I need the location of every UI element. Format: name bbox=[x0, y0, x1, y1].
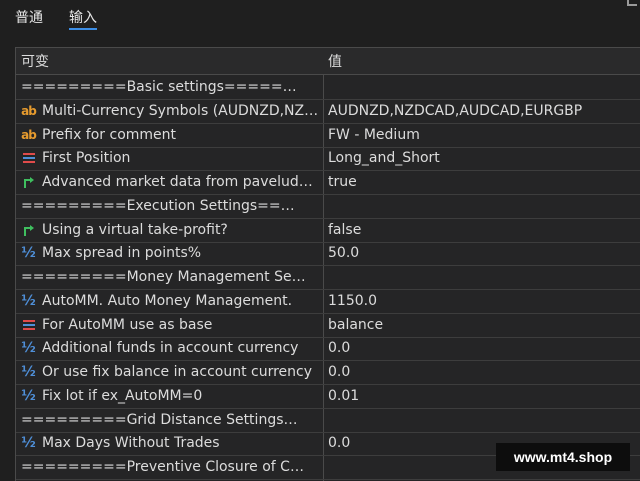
section-separator-row[interactable]: =========Money Management Settings... bbox=[16, 265, 640, 290]
parameter-name: AutoMM. Auto Money Management. bbox=[42, 292, 293, 309]
parameter-name: Max spread in points% bbox=[42, 245, 202, 262]
parameter-row[interactable]: ½ AutoMM. Auto Money Management. 1150.0 bbox=[16, 289, 640, 314]
parameter-row[interactable]: ab Multi-Currency Symbols (AUDNZD,NZDC...… bbox=[16, 99, 640, 124]
parameter-value: 0.0 bbox=[328, 340, 351, 357]
half-icon: ½ bbox=[21, 245, 36, 262]
parameter-name-cell: =========Money Management Settings... bbox=[21, 265, 321, 289]
parameter-name-cell: ½ Or use fix balance in account currency bbox=[21, 360, 321, 384]
parameter-value: 0.0 bbox=[328, 364, 351, 380]
tab-bar: 普通 输入 bbox=[0, 0, 640, 40]
parameter-name: =========Basic settings========= bbox=[21, 79, 306, 95]
parameter-name: Multi-Currency Symbols (AUDNZD,NZDC... bbox=[42, 102, 321, 119]
parameter-name-cell: Advanced market data from paveludose... bbox=[21, 170, 321, 194]
tab-general[interactable]: 普通 bbox=[15, 7, 43, 27]
parameter-name-cell: ab Multi-Currency Symbols (AUDNZD,NZDC... bbox=[21, 99, 321, 123]
parameter-name-cell: =========Execution Settings=======... bbox=[21, 194, 321, 218]
parameter-value: 0.0 bbox=[328, 435, 351, 452]
table-header: 可变 值 bbox=[16, 48, 640, 75]
list-icon bbox=[21, 317, 36, 332]
parameter-value-cell[interactable]: 0.01 bbox=[328, 384, 633, 408]
parameter-value-cell[interactable] bbox=[328, 265, 633, 289]
section-separator-row[interactable]: =========Basic settings========= bbox=[16, 75, 640, 100]
parameter-name-cell: ½ Max Days Without Trades bbox=[21, 431, 321, 455]
section-separator-row[interactable]: =========Execution Settings=======... bbox=[16, 194, 640, 219]
parameter-name-cell: ½ AutoMM. Auto Money Management. bbox=[21, 289, 321, 313]
watermark: www.mt4.shop bbox=[496, 443, 630, 471]
parameter-name-cell: =========Basic settings========= bbox=[21, 75, 321, 99]
parameter-value-cell[interactable]: 50.0 bbox=[328, 241, 633, 265]
tab-inputs[interactable]: 输入 bbox=[69, 7, 97, 27]
parameter-name: Prefix for comment bbox=[42, 126, 177, 143]
parameter-value-cell[interactable] bbox=[328, 194, 633, 218]
parameter-value-cell[interactable]: false bbox=[328, 218, 633, 242]
section-separator-row[interactable]: =========Grid Distance Settings=====... bbox=[16, 408, 640, 433]
parameter-row[interactable]: ½ Additional funds in account currency 0.0 bbox=[16, 336, 640, 362]
parameter-name-cell: =========Grid Distance Settings=====... bbox=[21, 408, 321, 432]
parameter-name: =========Money Management Settings... bbox=[21, 269, 306, 285]
parameter-name: Advanced market data from paveludose... bbox=[42, 174, 321, 190]
parameter-value: false bbox=[328, 221, 362, 238]
parameter-name-cell: ½ Max spread in points% bbox=[21, 241, 321, 265]
parameter-row[interactable]: First Position Long_and_Short bbox=[16, 146, 640, 172]
column-header-variable[interactable]: 可变 bbox=[21, 48, 321, 74]
ab-icon: ab bbox=[21, 127, 37, 142]
parameter-value-cell[interactable]: true bbox=[328, 170, 633, 194]
parameter-value: 1150.0 bbox=[328, 292, 377, 309]
parameter-value-cell[interactable]: 0.0 bbox=[328, 360, 633, 384]
half-icon: ½ bbox=[21, 340, 36, 357]
parameter-value-cell[interactable]: FW - Medium bbox=[328, 123, 633, 147]
parameter-row[interactable]: For AutoMM use as base balance bbox=[16, 313, 640, 338]
parameter-name-cell: =========Preventive Closure of Chains=..… bbox=[21, 455, 321, 479]
parameter-value-cell[interactable]: 0.0 bbox=[328, 336, 633, 360]
active-tab-indicator bbox=[69, 28, 97, 30]
parameter-name: First Position bbox=[42, 150, 131, 167]
parameter-value: AUDNZD,NZDCAD,AUDCAD,EURGBP bbox=[328, 102, 583, 119]
parameter-row[interactable]: ½ Fix lot if ex_AutoMM=0 0.01 bbox=[16, 384, 640, 409]
parameter-value-cell[interactable]: balance bbox=[328, 313, 633, 337]
parameter-name-cell: First Position bbox=[21, 146, 321, 170]
parameter-name: Fix lot if ex_AutoMM=0 bbox=[42, 387, 203, 404]
parameter-row[interactable]: ½ Or use fix balance in account currency 0… bbox=[16, 360, 640, 385]
parameter-name-cell: ½ Additional funds in account currency bbox=[21, 336, 321, 360]
parameter-value-cell[interactable]: 1150.0 bbox=[328, 289, 633, 313]
parameter-value: 50.0 bbox=[328, 245, 360, 262]
parameter-name: Using a virtual take-profit? bbox=[42, 221, 228, 238]
parameter-name-cell: Using a virtual take-profit? bbox=[21, 218, 321, 242]
half-icon: ½ bbox=[21, 292, 36, 309]
parameter-value-cell[interactable] bbox=[328, 408, 633, 432]
half-icon: ½ bbox=[21, 387, 36, 404]
parameter-value: 0.01 bbox=[328, 387, 360, 404]
parameter-name-cell: ½ Fix lot if ex_AutoMM=0 bbox=[21, 384, 321, 408]
parameter-value-cell[interactable] bbox=[328, 75, 633, 99]
parameter-value-cell[interactable]: Long_and_Short bbox=[328, 146, 633, 170]
parameter-name: Max Days Without Trades bbox=[42, 435, 220, 452]
parameter-name: =========Execution Settings=======... bbox=[21, 197, 306, 214]
parameter-name-cell: ab Prefix for comment bbox=[21, 123, 321, 147]
parameters-table: 可变 值 =========Basic settings========= ab M… bbox=[15, 47, 640, 481]
parameter-row[interactable]: Advanced market data from paveludose... t… bbox=[16, 170, 640, 195]
parameter-value: true bbox=[328, 174, 357, 190]
arrow-icon bbox=[21, 222, 36, 237]
ab-icon: ab bbox=[21, 103, 37, 118]
half-icon: ½ bbox=[21, 364, 36, 380]
parameter-value: FW - Medium bbox=[328, 126, 420, 143]
parameter-name: For AutoMM use as base bbox=[42, 316, 213, 333]
column-header-value[interactable]: 值 bbox=[328, 48, 633, 74]
parameter-row[interactable]: ½ Max spread in points% 50.0 bbox=[16, 241, 640, 267]
parameter-value: Long_and_Short bbox=[328, 150, 440, 167]
parameter-value: balance bbox=[328, 316, 384, 333]
parameter-name: Or use fix balance in account currency bbox=[42, 364, 313, 380]
parameter-row[interactable]: Using a virtual take-profit? false bbox=[16, 218, 640, 243]
arrow-icon bbox=[21, 175, 36, 190]
half-icon: ½ bbox=[21, 435, 36, 452]
parameter-name: =========Grid Distance Settings=====... bbox=[21, 411, 306, 428]
list-icon bbox=[21, 151, 36, 166]
parameter-name: Additional funds in account currency bbox=[42, 340, 299, 357]
window-corner-icon bbox=[627, 0, 637, 6]
parameter-name-cell: For AutoMM use as base bbox=[21, 313, 321, 337]
parameter-row[interactable]: ab Prefix for comment FW - Medium bbox=[16, 123, 640, 148]
parameter-name: =========Preventive Closure of Chains=..… bbox=[21, 459, 306, 475]
parameter-value-cell[interactable]: AUDNZD,NZDCAD,AUDCAD,EURGBP bbox=[328, 99, 633, 123]
